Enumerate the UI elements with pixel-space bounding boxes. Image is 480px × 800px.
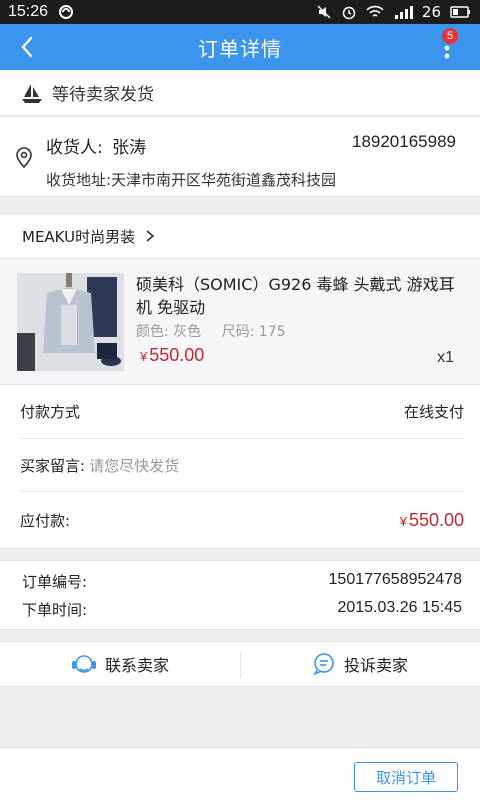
order-time-value: 2015.03.26 15:45 (337, 599, 462, 616)
alarm-icon (342, 6, 356, 20)
signal-icon (394, 6, 413, 19)
price-value: 550.00 (149, 345, 205, 365)
recipient-phone: 18920165989 (351, 132, 456, 151)
product-name: 硕美科（SOMIC）G926 毒蜂 头戴式 游戏耳机 免驱动 (136, 275, 455, 317)
recipient-label: 收货人: (46, 138, 103, 158)
order-status-text: 等待卖家发货 (52, 85, 154, 105)
product-color: 颜色: 灰色 (136, 324, 202, 340)
payment-method-label: 付款方式 (20, 403, 81, 421)
cancel-order-button[interactable]: 取消订单 (354, 762, 458, 792)
ship-icon (22, 83, 42, 103)
clock: 15:26 (8, 3, 49, 20)
complain-seller-button[interactable]: 投诉卖家 (240, 642, 480, 686)
payment-method-value: 在线支付 (403, 403, 464, 421)
contact-divider (240, 652, 241, 678)
sync-icon (59, 5, 74, 19)
amount-due-label: 应付款: (20, 511, 71, 530)
chevron-right-icon (146, 230, 155, 242)
price-currency: ¥ (140, 349, 148, 364)
battery-icon (450, 6, 470, 18)
battery-level: 26 (421, 3, 441, 21)
due-amount: 550.00 (408, 509, 464, 530)
product-quantity: x1 (437, 349, 454, 366)
order-time-label: 下单时间: (22, 601, 88, 619)
recipient-line: 收货人: 张涛 (46, 133, 150, 158)
product-image (17, 273, 124, 371)
order-number-label: 订单编号: (22, 573, 88, 591)
store-row[interactable]: MEAKU时尚男装 (0, 213, 480, 259)
product-size: 尺码: 175 (221, 324, 286, 340)
order-info-section: 订单编号: 150177658952478 下单时间: 2015.03.26 1… (0, 560, 480, 630)
app-header: 订单详情 5 (0, 24, 480, 70)
amount-due-row: 应付款: ¥550.00 (20, 492, 464, 548)
store-name: MEAKU时尚男装 (22, 227, 136, 246)
location-pin-icon (16, 147, 32, 169)
buyer-note-label: 买家留言: (20, 456, 86, 475)
bottom-action-bar: 取消订单 (0, 747, 480, 800)
page-title: 订单详情 (198, 36, 282, 61)
order-time-row: 下单时间: 2015.03.26 15:45 (22, 599, 462, 620)
product-price: ¥550.00 (140, 345, 204, 366)
product-item[interactable]: 硕美科（SOMIC）G926 毒蜂 头戴式 游戏耳机 免驱动 颜色: 灰色 尺码… (0, 259, 480, 385)
shipping-address-card: 收货人: 张涛 18920165989 收货地址:天津市南开区华苑街道鑫茂科技园 (0, 117, 480, 197)
payment-section: 付款方式 在线支付 买家留言: 请您尽快发货 应付款: ¥550.00 (0, 385, 480, 549)
product-spec: 颜色: 灰色 尺码: 175 (136, 321, 302, 341)
wifi-icon (366, 5, 384, 17)
shipping-address: 收货地址:天津市南开区华苑街道鑫茂科技园 (46, 171, 337, 189)
complain-seller-label: 投诉卖家 (343, 656, 408, 675)
buyer-note-value: 请您尽快发货 (89, 456, 180, 475)
back-arrow-icon[interactable] (14, 33, 42, 61)
status-bar: 15:26 26 (0, 0, 480, 24)
notification-badge: 5 (442, 28, 458, 44)
recipient-name: 张涛 (112, 138, 147, 158)
due-currency: ¥ (399, 513, 407, 529)
mute-icon (317, 5, 331, 19)
order-status-row: 等待卖家发货 (0, 70, 480, 116)
contact-seller-label: 联系卖家 (104, 656, 169, 675)
buyer-note-row: 买家留言: 请您尽快发货 (20, 439, 464, 492)
chat-bubble-icon (313, 653, 334, 676)
order-number-row: 订单编号: 150177658952478 (22, 571, 462, 592)
contact-seller-button[interactable]: 联系卖家 (0, 642, 240, 686)
amount-due-value: ¥550.00 (400, 510, 464, 531)
order-number-value: 150177658952478 (328, 571, 462, 588)
payment-method-row: 付款方式 在线支付 (20, 385, 464, 439)
headset-icon (71, 655, 96, 673)
seller-contact-bar: 联系卖家 投诉卖家 (0, 641, 480, 687)
